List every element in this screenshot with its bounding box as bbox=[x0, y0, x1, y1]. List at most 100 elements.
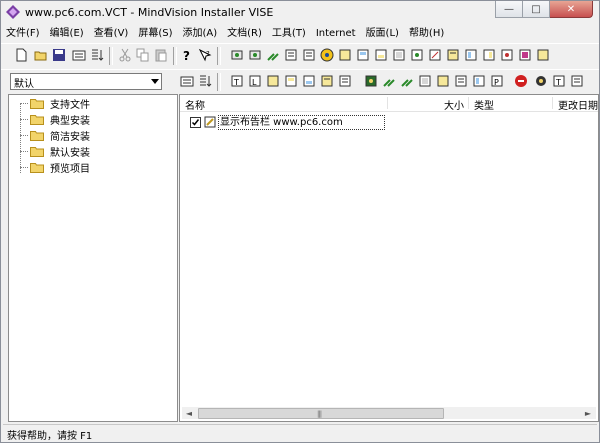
tree-item-preview-project[interactable]: 预览项目 bbox=[20, 160, 90, 175]
document-icon[interactable] bbox=[453, 73, 469, 89]
menu-file[interactable]: 文件(F) bbox=[1, 26, 45, 41]
document-icon[interactable] bbox=[399, 73, 415, 89]
scroll-left-button[interactable]: ◄ bbox=[183, 407, 195, 419]
document-icon[interactable]: P bbox=[489, 73, 505, 89]
folder-icon bbox=[30, 98, 44, 109]
document-icon[interactable] bbox=[499, 47, 515, 63]
stop-icon[interactable] bbox=[513, 73, 529, 89]
status-bar: 获得帮助，请按 F1 bbox=[3, 424, 597, 442]
menu-add[interactable]: 添加(A) bbox=[178, 26, 223, 41]
check-icon bbox=[191, 118, 200, 126]
primary-toolbar: ? ? bbox=[1, 43, 599, 68]
folder-icon bbox=[30, 162, 44, 173]
item-checkbox[interactable] bbox=[190, 116, 201, 128]
script-icon[interactable] bbox=[283, 47, 299, 63]
column-header-modified[interactable]: 更改日期 bbox=[558, 97, 598, 112]
sort-icon[interactable] bbox=[89, 47, 105, 63]
script-icon[interactable] bbox=[301, 47, 317, 63]
tree-item-compact-install[interactable]: 简洁安装 bbox=[20, 128, 90, 143]
menu-view[interactable]: 查看(V) bbox=[89, 26, 134, 41]
paste-icon[interactable] bbox=[153, 47, 169, 63]
document-icon[interactable] bbox=[533, 73, 549, 89]
document-icon[interactable] bbox=[391, 47, 407, 63]
document-icon[interactable] bbox=[471, 73, 487, 89]
group-icon[interactable] bbox=[247, 47, 263, 63]
folder-icon bbox=[30, 130, 44, 141]
text-icon[interactable]: T bbox=[229, 73, 245, 89]
folder-icon bbox=[30, 146, 44, 157]
build-icon[interactable] bbox=[179, 73, 195, 89]
document-icon[interactable] bbox=[535, 47, 551, 63]
cut-icon[interactable] bbox=[117, 47, 133, 63]
minimize-button[interactable]: — bbox=[495, 1, 523, 18]
sort-icon[interactable] bbox=[197, 73, 213, 89]
folder-icon[interactable] bbox=[363, 73, 379, 89]
secondary-toolbar: T L P T bbox=[1, 69, 599, 94]
menu-document[interactable]: 文档(R) bbox=[222, 26, 267, 41]
document-icon[interactable] bbox=[265, 73, 281, 89]
group-icon[interactable] bbox=[229, 47, 245, 63]
scroll-grip: ||| bbox=[317, 410, 322, 418]
document-icon[interactable] bbox=[373, 47, 389, 63]
document-icon[interactable] bbox=[481, 47, 497, 63]
app-logo-icon bbox=[6, 5, 20, 19]
column-header-name[interactable]: 名称 bbox=[185, 97, 205, 112]
file-list-pane[interactable]: 名称 大小 类型 更改日期 显示布告栏 www.pc6.com ◄ ||| ► bbox=[179, 94, 599, 422]
document-icon[interactable] bbox=[569, 73, 585, 89]
title-bar[interactable]: www.pc6.com.VCT - MindVision Installer V… bbox=[1, 1, 599, 23]
copy-icon[interactable] bbox=[135, 47, 151, 63]
document-icon[interactable] bbox=[283, 73, 299, 89]
document-icon[interactable] bbox=[463, 47, 479, 63]
tree-item-support-files[interactable]: 支持文件 bbox=[20, 96, 90, 111]
document-icon[interactable] bbox=[409, 47, 425, 63]
document-icon[interactable] bbox=[445, 47, 461, 63]
svg-text:T: T bbox=[555, 78, 561, 87]
tree-item-label: 典型安装 bbox=[50, 115, 90, 127]
status-text: 获得帮助，请按 F1 bbox=[7, 431, 93, 442]
menu-layout[interactable]: 版面(L) bbox=[361, 26, 404, 41]
menu-edit[interactable]: 编辑(E) bbox=[45, 26, 89, 41]
menu-tools[interactable]: 工具(T) bbox=[267, 26, 311, 41]
horizontal-scrollbar[interactable]: ◄ ||| ► bbox=[182, 407, 596, 419]
close-button[interactable]: ✕ bbox=[550, 1, 593, 18]
column-header-size[interactable]: 大小 bbox=[444, 97, 464, 112]
tree-item-typical-install[interactable]: 典型安装 bbox=[20, 112, 90, 127]
maximize-button[interactable]: □ bbox=[523, 1, 550, 18]
wrench-icon[interactable] bbox=[265, 47, 281, 63]
help-icon[interactable]: ? bbox=[179, 47, 195, 63]
scroll-thumb[interactable]: ||| bbox=[198, 408, 444, 419]
column-header-type[interactable]: 类型 bbox=[474, 97, 494, 112]
list-item[interactable]: 显示布告栏 www.pc6.com bbox=[190, 114, 385, 130]
document-icon[interactable] bbox=[435, 73, 451, 89]
list-item-label: 显示布告栏 www.pc6.com bbox=[218, 114, 385, 130]
text-icon[interactable]: T bbox=[551, 73, 567, 89]
tree-item-label: 支持文件 bbox=[50, 99, 90, 111]
document-icon[interactable] bbox=[417, 73, 433, 89]
menu-internet[interactable]: Internet bbox=[311, 26, 361, 41]
document-icon[interactable] bbox=[301, 73, 317, 89]
build-icon[interactable] bbox=[71, 47, 87, 63]
open-icon[interactable] bbox=[33, 47, 49, 63]
document-icon[interactable] bbox=[381, 73, 397, 89]
document-icon[interactable] bbox=[427, 47, 443, 63]
document-icon[interactable] bbox=[517, 47, 533, 63]
svg-text:?: ? bbox=[206, 50, 210, 58]
scroll-right-button[interactable]: ► bbox=[582, 407, 594, 419]
tree-item-default-install[interactable]: 默认安装 bbox=[20, 144, 90, 159]
save-icon[interactable] bbox=[51, 47, 67, 63]
menu-help[interactable]: 帮助(H) bbox=[404, 26, 449, 41]
document-icon[interactable] bbox=[337, 73, 353, 89]
document-icon[interactable] bbox=[355, 47, 371, 63]
new-icon[interactable] bbox=[13, 47, 29, 63]
menu-screen[interactable]: 屏幕(S) bbox=[133, 26, 177, 41]
tree-item-label: 简洁安装 bbox=[50, 131, 90, 143]
document-icon[interactable] bbox=[337, 47, 353, 63]
menu-bar: 文件(F) 编辑(E) 查看(V) 屏幕(S) 添加(A) 文档(R) 工具(T… bbox=[1, 25, 599, 42]
document-icon[interactable] bbox=[319, 73, 335, 89]
tree-pane[interactable]: 支持文件 典型安装 简洁安装 默认安装 预览项目 bbox=[8, 94, 178, 422]
tree-item-label: 默认安装 bbox=[50, 147, 90, 159]
tree-item-label: 预览项目 bbox=[50, 163, 90, 175]
pointer-help-icon[interactable]: ? bbox=[197, 47, 213, 63]
document-icon[interactable]: L bbox=[247, 73, 263, 89]
globe-icon[interactable] bbox=[319, 47, 335, 63]
